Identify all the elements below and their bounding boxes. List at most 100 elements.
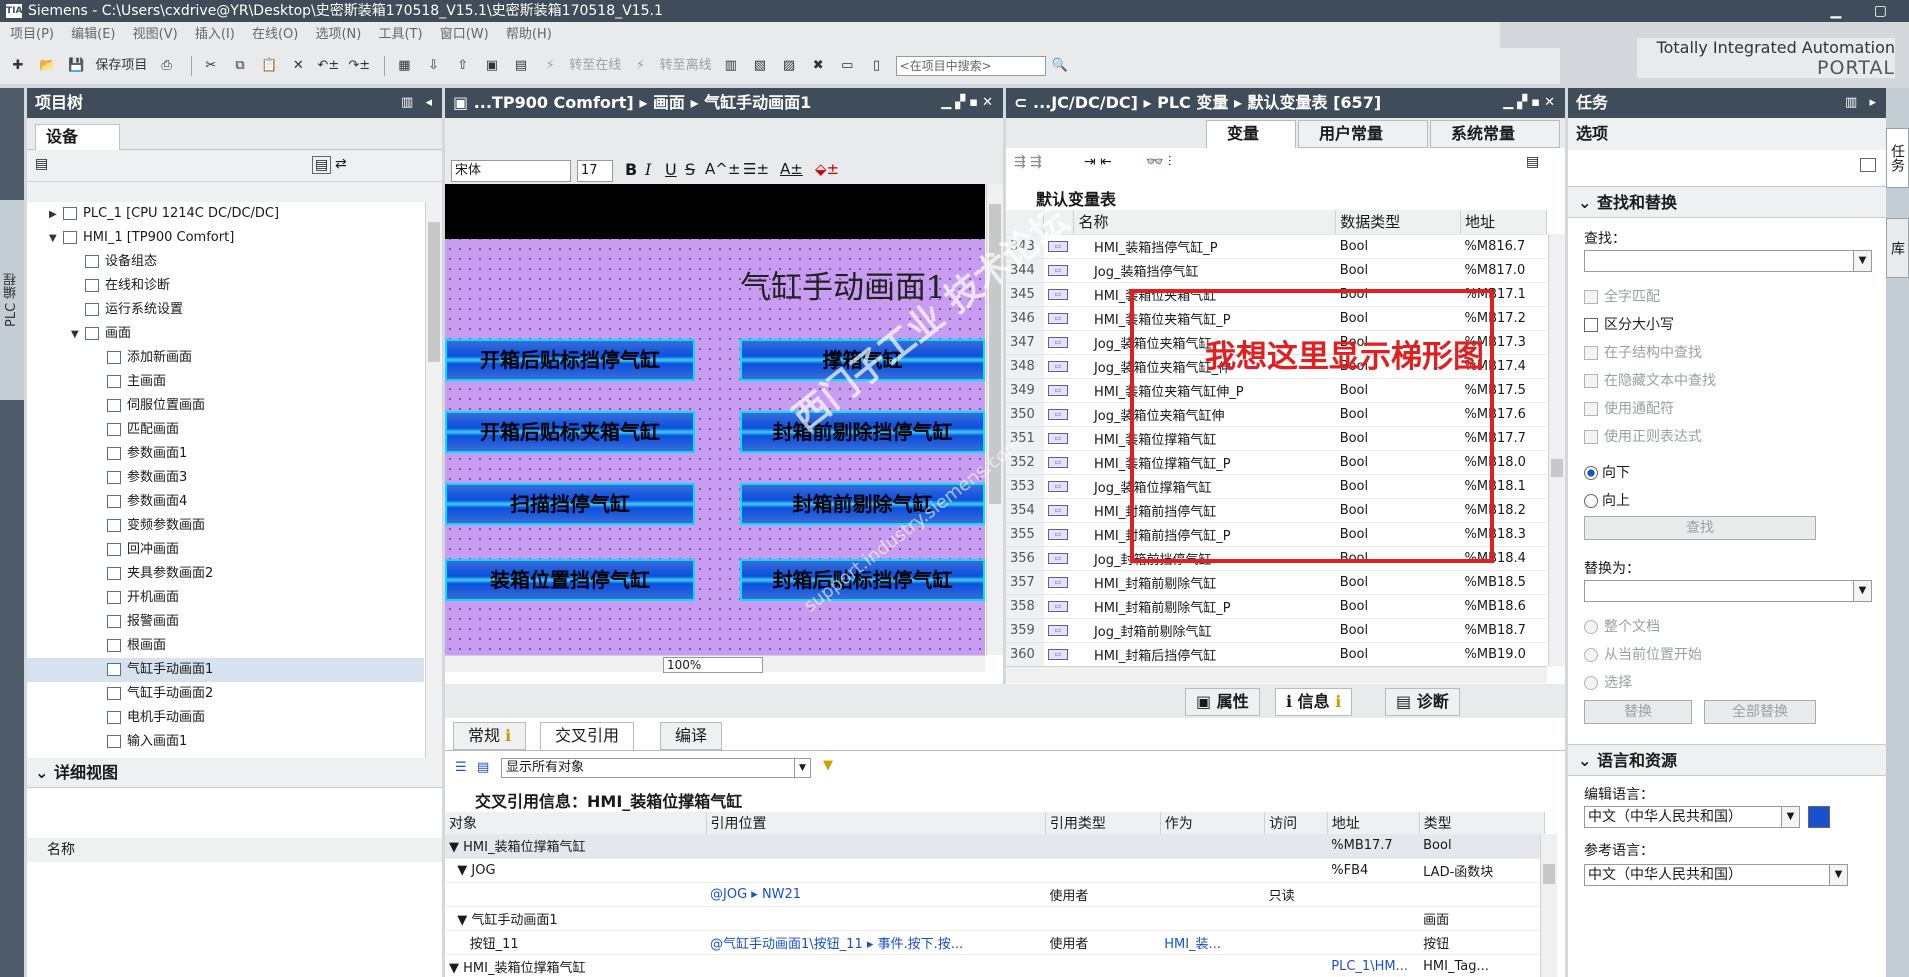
tree-item[interactable]: 报警画面 xyxy=(27,610,424,634)
print-icon[interactable]: ⎙ xyxy=(157,56,177,76)
subtab-cross-reference[interactable]: 交叉引用 xyxy=(540,722,635,750)
upload-icon[interactable]: ⇧ xyxy=(453,56,473,76)
xref-row[interactable]: @JOG ▸ NW21 使用者 只读 xyxy=(445,882,1545,907)
redo-icon[interactable]: ↷± xyxy=(348,56,370,76)
undo-icon[interactable]: ↶± xyxy=(317,56,339,76)
tree-item[interactable]: 电机手动画面 xyxy=(27,706,424,730)
go-online-button[interactable]: 转至在线 xyxy=(569,56,621,76)
split-vertical-icon[interactable]: ▯ xyxy=(866,56,886,76)
tree-item[interactable]: 开机画面 xyxy=(27,586,424,610)
export-icon[interactable]: ⇥ ⇤ xyxy=(1084,154,1112,170)
replace-input[interactable]: ▼ xyxy=(1584,580,1872,602)
add-device-icon[interactable]: ▤ xyxy=(35,156,48,172)
language-settings-icon[interactable] xyxy=(1808,806,1830,828)
accessible-devices-icon[interactable]: ▥ xyxy=(721,56,741,76)
search-up-radio[interactable]: 向上 xyxy=(1584,490,1630,510)
monitor-icon[interactable]: 👓 ⫶ xyxy=(1146,154,1171,170)
tag-row[interactable]: 357 ▭ HMI_封箱前剔除气缸 Bool %MB18.5 xyxy=(1006,570,1547,595)
simulate-runtime-icon[interactable]: ▤ xyxy=(511,56,531,76)
hidden-text-checkbox[interactable]: 在隐藏文本中查找 xyxy=(1584,370,1716,390)
download-icon[interactable]: ⇩ xyxy=(424,56,444,76)
cut-icon[interactable]: ✂ xyxy=(201,56,221,76)
split-horizontal-icon[interactable]: ▭ xyxy=(837,56,857,76)
tag-row[interactable]: 359 ▭ Jog_封箱前剔除气缸 Bool %MB18.7 xyxy=(1006,618,1547,643)
underline-icon[interactable]: U xyxy=(665,160,677,179)
collapse-all-icon[interactable]: ▤ xyxy=(477,760,489,775)
menu-tools[interactable]: 工具(T) xyxy=(378,27,422,42)
tree-item[interactable]: 参数画面3 xyxy=(27,466,424,490)
go-offline-button[interactable]: 转至离线 xyxy=(660,56,712,76)
window-controls[interactable]: ▁ ▢ xyxy=(1831,0,1901,22)
col-object[interactable]: 对象 xyxy=(445,812,707,834)
menu-window[interactable]: 窗口(W) xyxy=(440,27,489,42)
tag-table-hscroll[interactable] xyxy=(1006,666,1547,683)
find-input[interactable]: ▼ xyxy=(1584,250,1872,272)
match-case-checkbox[interactable]: 区分大小写 xyxy=(1584,314,1674,334)
substructure-checkbox[interactable]: 在子结构中查找 xyxy=(1584,342,1702,362)
editor-window-controls[interactable]: ▁▞▪✕ xyxy=(941,88,997,118)
hmi-button[interactable]: 开箱后贴标挡停气缸 xyxy=(445,339,695,381)
find-replace-section[interactable]: ⌄ 查找和替换 xyxy=(1568,186,1886,218)
compile-icon[interactable]: ▦ xyxy=(394,56,414,76)
xref-row[interactable]: 按钮_11 @气缸手动画面1\按钮_11 ▸ 事件.按下.按... 使用者 HMI_装… xyxy=(445,930,1545,955)
subtab-compile[interactable]: 编译 xyxy=(660,722,723,750)
project-tree-scrollbar[interactable] xyxy=(425,202,442,758)
hmi-screen-canvas[interactable]: 气缸手动画面1 开箱后贴标挡停气缸 撑箱气缸 开箱后贴标夹箱气缸 封箱前剔除挡停… xyxy=(445,184,985,655)
tree-item[interactable]: 气缸手动画面1 xyxy=(27,658,424,682)
tree-item[interactable]: 添加新画面 xyxy=(27,346,424,370)
bold-icon[interactable]: B xyxy=(625,160,637,179)
overview-icon[interactable]: ⇄ xyxy=(335,156,347,172)
menu-insert[interactable]: 插入(I) xyxy=(195,27,235,42)
fill-color-icon[interactable]: ⬙± xyxy=(815,160,839,178)
new-project-icon[interactable]: ✚ xyxy=(8,56,28,76)
table-options-icon[interactable]: ▤ xyxy=(1526,154,1539,170)
tab-diagnostics[interactable]: ▤ 诊断 xyxy=(1385,688,1460,716)
menu-view[interactable]: 视图(V) xyxy=(133,27,178,42)
tree-item[interactable]: 气缸手动画面2 xyxy=(27,682,424,706)
replace-all-button[interactable]: 全部替换 xyxy=(1704,700,1816,724)
plc-window-controls[interactable]: ▁▞▪✕ xyxy=(1503,88,1559,118)
tag-row[interactable]: 343 ▭ HMI_装箱挡停气缸_P Bool %M816.7 xyxy=(1006,234,1547,259)
detail-view-header[interactable]: ⌄ 详细视图 xyxy=(27,758,442,788)
hmi-button[interactable]: 封箱前剔除挡停气缸 xyxy=(740,411,985,453)
panel-pin-icon[interactable]: ▥ ◂ xyxy=(401,88,436,118)
tree-item[interactable]: ▶ PLC_1 [CPU 1214C DC/DC/DC] xyxy=(27,202,424,226)
scope-from-current-radio[interactable]: 从当前位置开始 xyxy=(1584,644,1702,664)
font-size-up-icon[interactable]: A^± xyxy=(705,160,740,178)
col-ref-location[interactable]: 引用位置 xyxy=(706,812,1046,834)
simulate-icon[interactable]: ▣ xyxy=(482,56,502,76)
whole-word-checkbox[interactable]: 全字匹配 xyxy=(1584,286,1660,306)
xref-row[interactable]: ▼ HMI_装箱位撑箱气缸 PLC_1\HM... HMI_Tag... xyxy=(445,954,1545,977)
menu-project[interactable]: 项目(P) xyxy=(10,27,54,42)
tree-item[interactable]: 夹具参数画面2 xyxy=(27,562,424,586)
tree-item[interactable]: 参数画面1 xyxy=(27,442,424,466)
expand-all-icon[interactable]: ☰ xyxy=(455,760,467,775)
col-as[interactable]: 作为 xyxy=(1160,812,1266,834)
scope-whole-doc-radio[interactable]: 整个文档 xyxy=(1584,616,1660,636)
tree-expander-icon[interactable]: ▼ xyxy=(71,323,85,347)
save-project-button[interactable]: 保存项目 xyxy=(95,56,147,76)
regex-checkbox[interactable]: 使用正则表达式 xyxy=(1584,426,1702,446)
go-online-icon[interactable]: ⚡ xyxy=(540,56,560,76)
col-access[interactable]: 访问 xyxy=(1264,812,1328,834)
tree-expander-icon[interactable]: ▼ xyxy=(49,227,63,251)
tree-item[interactable]: 变频参数画面 xyxy=(27,514,424,538)
delete-icon[interactable]: ✕ xyxy=(288,56,308,76)
tree-item[interactable]: 匹配画面 xyxy=(27,418,424,442)
xref-scrollbar[interactable] xyxy=(1540,834,1557,977)
col-datatype[interactable]: 数据类型 xyxy=(1335,210,1462,235)
xref-row[interactable]: ▼ 气缸手动画面1 画面 xyxy=(445,906,1545,931)
tab-properties[interactable]: ▣ 属性 xyxy=(1185,688,1260,716)
task-tab-libraries[interactable]: 库 xyxy=(1886,218,1909,278)
tree-item[interactable]: 运行系统设置 xyxy=(27,298,424,322)
plc-programming-tab[interactable]: PLC 编程 xyxy=(0,200,24,400)
hmi-button[interactable]: 扫描挡停气缸 xyxy=(445,483,695,525)
tag-row[interactable]: 358 ▭ HMI_封箱前剔除气缸_P Bool %MB18.6 xyxy=(1006,594,1547,619)
tree-item[interactable]: 在线和诊断 xyxy=(27,274,424,298)
tag-table-scrollbar[interactable] xyxy=(1548,234,1565,666)
copy-icon[interactable]: ⧉ xyxy=(230,56,250,76)
hmi-button[interactable]: 装箱位置挡停气缸 xyxy=(445,559,695,601)
subtab-general[interactable]: 常规 ℹ xyxy=(453,722,527,750)
tree-item[interactable]: ▼ 画面 xyxy=(27,322,424,346)
search-down-radio[interactable]: 向下 xyxy=(1584,462,1630,482)
